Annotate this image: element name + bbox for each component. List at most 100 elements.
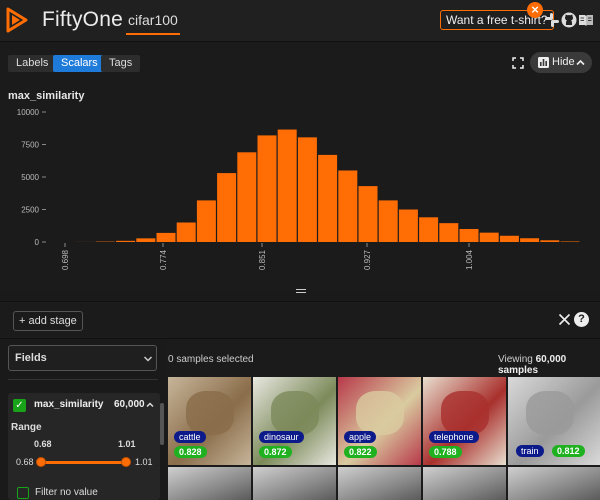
sample-tile[interactable]: cattle 0.828 bbox=[168, 377, 251, 465]
filter-no-value-label: Filter no value bbox=[35, 487, 98, 498]
selected-count: 0 samples selected bbox=[168, 354, 254, 365]
chevron-up-icon[interactable] bbox=[146, 401, 154, 409]
histogram-bar[interactable] bbox=[398, 209, 418, 243]
github-icon[interactable] bbox=[561, 12, 577, 28]
score-badge: 0.828 bbox=[174, 446, 207, 458]
sample-tile[interactable]: dinosaur 0.872 bbox=[253, 377, 336, 465]
histogram-bar[interactable] bbox=[378, 200, 398, 242]
x-tick-label: 0.927 bbox=[363, 249, 372, 270]
slack-icon[interactable] bbox=[544, 12, 560, 28]
app-root: FiftyOne cifar100 Want a free t-shirt? ×… bbox=[0, 0, 600, 500]
fiftyone-logo-icon[interactable] bbox=[6, 7, 28, 33]
range-slider-track[interactable] bbox=[40, 461, 129, 464]
sample-thumbnail bbox=[186, 391, 234, 435]
x-tick-label: 1.004 bbox=[465, 249, 474, 270]
range-max-value: 1.01 bbox=[118, 439, 136, 449]
dataset-selector[interactable]: cifar100 bbox=[126, 10, 180, 35]
histogram-bar[interactable] bbox=[318, 154, 338, 242]
histogram-bar[interactable] bbox=[176, 222, 196, 243]
histogram-bar[interactable] bbox=[297, 137, 317, 242]
histogram-bar[interactable] bbox=[156, 232, 176, 242]
sample-thumbnail bbox=[526, 391, 574, 435]
tab-labels[interactable]: Labels bbox=[8, 55, 57, 72]
x-tick-label: 0.774 bbox=[159, 249, 168, 270]
y-tick-label: 2500 bbox=[21, 206, 39, 215]
panel-resize-handle[interactable] bbox=[296, 289, 306, 293]
hide-plots-button[interactable]: Hide bbox=[530, 52, 592, 73]
sample-tile[interactable] bbox=[253, 467, 336, 500]
tab-tags[interactable]: Tags bbox=[101, 55, 141, 72]
histogram-bar[interactable] bbox=[116, 240, 136, 242]
x-tick-label: 0.851 bbox=[258, 249, 267, 270]
label-badge: telephone bbox=[429, 431, 479, 443]
y-tick-label: 7500 bbox=[21, 141, 39, 150]
score-badge: 0.812 bbox=[552, 445, 585, 457]
histogram-bar[interactable] bbox=[196, 200, 216, 242]
sidebar-scrollbar[interactable] bbox=[160, 403, 164, 445]
y-tick-label: 0 bbox=[35, 238, 40, 247]
histogram-bar[interactable] bbox=[277, 129, 297, 242]
histogram-bar[interactable] bbox=[419, 217, 439, 242]
histogram-bar[interactable] bbox=[338, 170, 358, 243]
sample-thumbnail bbox=[356, 391, 404, 435]
sample-tile[interactable] bbox=[168, 467, 251, 500]
viewing-count: Viewing 60,000 samples bbox=[498, 354, 567, 376]
range-slider-min-handle[interactable] bbox=[36, 457, 46, 467]
histogram-bar[interactable] bbox=[459, 229, 479, 242]
score-badge: 0.872 bbox=[259, 446, 292, 458]
sample-thumbnail bbox=[441, 391, 489, 435]
promo-close-icon[interactable]: × bbox=[527, 2, 543, 18]
tab-scalars[interactable]: Scalars bbox=[53, 55, 106, 72]
chart-title: max_similarity bbox=[8, 90, 85, 102]
field-count: 60,000 bbox=[114, 399, 145, 410]
add-stage-button[interactable]: + add stage bbox=[13, 311, 83, 331]
score-badge: 0.788 bbox=[429, 446, 462, 458]
histogram-bar[interactable] bbox=[479, 232, 499, 242]
x-tick-label: 0.698 bbox=[61, 249, 70, 270]
sample-tile[interactable] bbox=[423, 467, 506, 500]
sample-tile[interactable]: train 0.812 bbox=[508, 377, 600, 465]
hide-label: Hide bbox=[552, 56, 575, 68]
chevron-down-icon bbox=[143, 356, 153, 362]
label-badge: cattle bbox=[174, 431, 206, 443]
range-slider-max-handle[interactable] bbox=[121, 457, 131, 467]
histogram-bar[interactable] bbox=[136, 238, 156, 242]
histogram-bar[interactable] bbox=[540, 240, 560, 242]
sample-tile[interactable] bbox=[508, 467, 600, 500]
track-min-label: 0.68 bbox=[16, 457, 34, 467]
label-badge: apple bbox=[344, 431, 377, 443]
histogram-bar[interactable] bbox=[358, 186, 378, 242]
sample-tile[interactable]: telephone 0.788 bbox=[423, 377, 506, 465]
field-checkbox[interactable]: ✓ bbox=[13, 399, 26, 412]
histogram-bar[interactable] bbox=[257, 135, 277, 242]
fields-label: Fields bbox=[15, 352, 47, 364]
plots-panel: Labels Scalars Tags Hide max_similarity … bbox=[0, 42, 600, 293]
track-max-label: 1.01 bbox=[135, 457, 153, 467]
sample-tile[interactable]: apple 0.822 bbox=[338, 377, 421, 465]
book-icon[interactable] bbox=[578, 12, 594, 28]
histogram-bar[interactable] bbox=[560, 241, 580, 242]
expand-icon[interactable] bbox=[512, 57, 524, 69]
label-badge: dinosaur bbox=[259, 431, 304, 443]
top-header: FiftyOne cifar100 Want a free t-shirt? × bbox=[0, 0, 600, 42]
filter-no-value-checkbox[interactable] bbox=[17, 487, 29, 499]
histogram-chart[interactable]: 0 2500 5000 7500 10000 0.698 0.774 0.851 0.927 1.… bbox=[0, 104, 600, 286]
histogram-bar[interactable] bbox=[237, 152, 257, 242]
range-label: Range bbox=[11, 422, 42, 433]
histogram-bar[interactable] bbox=[520, 238, 540, 242]
sample-tile[interactable] bbox=[338, 467, 421, 500]
sample-grid: 0 samples selected Viewing 60,000 sample… bbox=[167, 339, 600, 500]
score-badge: 0.822 bbox=[344, 446, 377, 458]
bar-chart-icon bbox=[538, 57, 549, 68]
histogram-bar[interactable] bbox=[217, 173, 237, 242]
help-icon[interactable]: ? bbox=[574, 312, 589, 327]
y-tick-label: 5000 bbox=[21, 173, 39, 182]
histogram-bar[interactable] bbox=[499, 235, 519, 242]
sample-thumbnail bbox=[271, 391, 319, 435]
histogram-bar[interactable] bbox=[439, 223, 459, 242]
close-icon[interactable] bbox=[558, 313, 571, 326]
divider bbox=[8, 379, 158, 380]
fields-dropdown[interactable]: Fields bbox=[8, 345, 157, 371]
field-card-max-similarity: ✓ max_similarity 60,000 Range 0.68 1.01 … bbox=[8, 393, 160, 500]
field-name: max_similarity bbox=[34, 399, 104, 410]
